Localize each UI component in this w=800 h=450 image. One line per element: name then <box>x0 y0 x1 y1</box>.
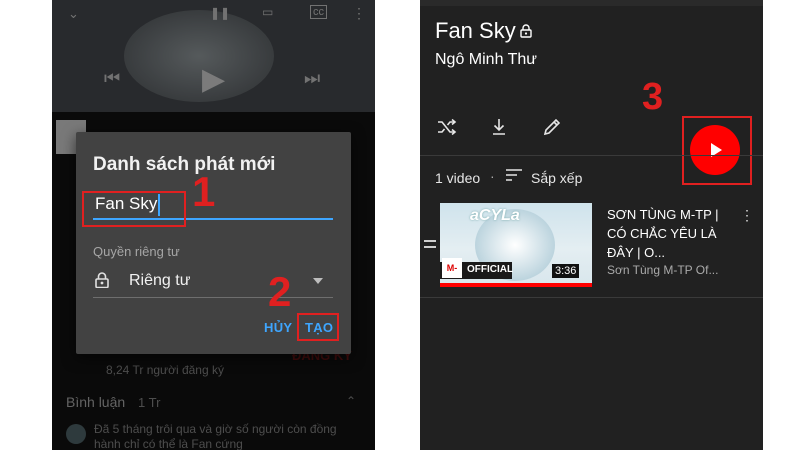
right-screenshot: Fan Sky Ngô Minh Thư 3 1 video · Sắp xếp… <box>420 0 763 450</box>
download-icon[interactable] <box>488 116 510 138</box>
video-title[interactable]: SƠN TÙNG M-TP | CÓ CHẮC YÊU LÀ ĐÂY | O..… <box>607 205 737 262</box>
video-count: 1 video <box>435 170 481 186</box>
thumbnail-art-text: aCYLa <box>470 207 520 224</box>
shuffle-icon[interactable] <box>436 116 458 138</box>
divider <box>420 297 763 298</box>
chevron-down-icon <box>313 278 323 284</box>
left-screenshot: ⌄ ❚❚ ▭ cc ⋮ ⏮ ▶ ⏭ 8,24 Tr người đăng ký … <box>52 0 375 450</box>
annotation-step-2: 2 <box>268 268 292 315</box>
privacy-value: Riêng tư <box>129 272 191 289</box>
dialog-title: Danh sách phát mới <box>93 154 276 175</box>
more-vert-icon[interactable]: ⋮ <box>740 207 754 224</box>
lock-icon <box>520 24 532 38</box>
annotation-box-play <box>682 116 752 185</box>
divider <box>420 155 763 156</box>
video-duration: 3:36 <box>552 264 580 278</box>
privacy-select[interactable]: Riêng tư <box>93 264 333 298</box>
playlist-owner: Ngô Minh Thư <box>435 51 538 68</box>
annotation-box-create <box>297 313 339 341</box>
annotation-step-3: 3 <box>642 76 664 118</box>
drag-handle-icon[interactable] <box>424 240 436 248</box>
privacy-label: Quyền riêng tư <box>93 244 180 259</box>
playlist-title: Fan Sky <box>435 18 516 43</box>
separator-dot: · <box>490 168 495 184</box>
official-label: OFFICIAL <box>467 264 514 275</box>
watch-progress-bar <box>440 283 592 287</box>
video-channel[interactable]: Sơn Tùng M-TP Of... <box>607 263 718 277</box>
edit-icon[interactable] <box>541 116 563 138</box>
video-thumbnail[interactable]: aCYLa M-TP OFFICIAL 3:36 <box>440 203 592 287</box>
cancel-button[interactable]: HỦY <box>264 320 292 335</box>
channel-watermark: M-TP <box>442 258 462 287</box>
annotation-step-1: 1 <box>192 168 216 215</box>
lock-icon <box>95 272 109 288</box>
sort-button[interactable]: Sắp xếp <box>531 170 582 186</box>
top-edge <box>420 0 763 6</box>
annotation-box-name <box>82 191 186 227</box>
sort-icon[interactable] <box>505 167 523 183</box>
